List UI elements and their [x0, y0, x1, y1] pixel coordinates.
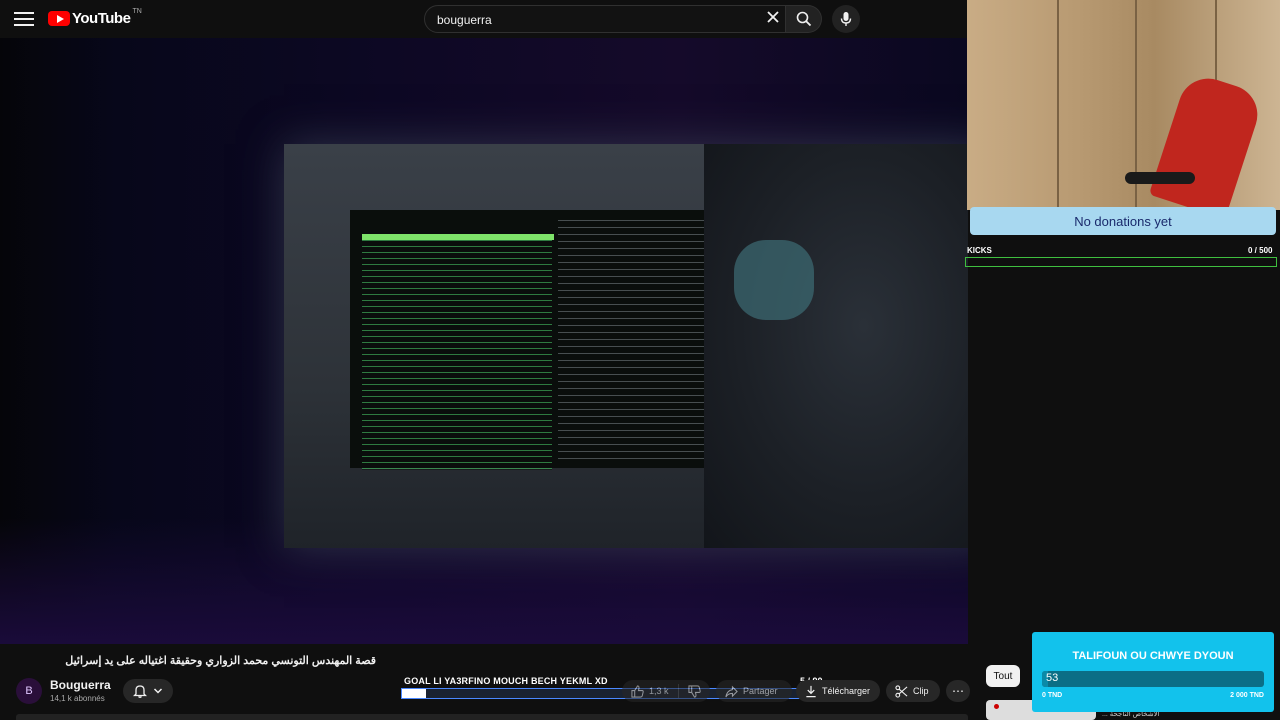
download-button[interactable]: Télécharger [796, 680, 880, 702]
video-title: قصة المهندس التونسي محمد الزواري وحقيقة … [65, 655, 376, 667]
terminal-white-text [558, 220, 718, 460]
bell-icon [133, 685, 147, 698]
voice-search-button[interactable] [832, 5, 860, 33]
filter-chip-all[interactable]: Tout [986, 665, 1020, 687]
search-icon [796, 11, 811, 27]
goal-title: GOAL LI YA3RFINO MOUCH BECH YEKML XD [404, 676, 608, 686]
top-bar: YouTube TN [0, 0, 968, 38]
goal-progress-fill [402, 689, 426, 698]
thumbs-down-icon[interactable] [687, 684, 701, 698]
description-box[interactable] [16, 714, 968, 720]
widget-min-label: 0 TND [1042, 692, 1063, 699]
like-button[interactable]: 1,3 k [622, 680, 710, 702]
widget-title: TALIFOUN OU CHWYE DYOUN [1072, 650, 1234, 662]
download-icon [806, 685, 816, 697]
donation-banner: No donations yet [970, 207, 1276, 235]
thumbs-up-icon [631, 684, 644, 698]
widget-value: 53 [1046, 672, 1059, 684]
notification-button[interactable] [123, 679, 173, 703]
video-scene [284, 144, 968, 548]
logo-region: TN [132, 8, 142, 15]
download-label: Télécharger [822, 686, 871, 696]
search-input[interactable] [435, 6, 759, 34]
chevron-down-icon [153, 688, 163, 694]
donation-goal-widget: TALIFOUN OU CHWYE DYOUN 53 0 TND 2 000 T… [1032, 632, 1274, 712]
widget-progress-bar: 53 [1042, 671, 1264, 687]
hooded-figure [704, 144, 968, 548]
kicks-count: 0 / 500 [1248, 246, 1273, 255]
channel-avatar[interactable]: B [16, 678, 42, 704]
logo-text: YouTube [72, 10, 131, 27]
channel-name[interactable]: Bouguerra [50, 678, 111, 692]
gaming-chair-base [1125, 172, 1195, 184]
close-icon[interactable] [766, 10, 780, 24]
terminal-green-text [362, 240, 552, 470]
share-button[interactable]: Partager [716, 680, 792, 702]
kicks-progress-bar [965, 257, 1277, 267]
more-icon: ⋯ [952, 684, 964, 698]
webcam-overlay [967, 0, 1280, 210]
clip-button[interactable]: Clip [886, 680, 940, 702]
clip-label: Clip [913, 686, 929, 696]
youtube-logo-icon [48, 11, 70, 26]
search-button[interactable] [786, 5, 822, 33]
like-divider [677, 684, 679, 698]
microphone-icon [840, 12, 852, 26]
hooded-face [734, 240, 814, 320]
kicks-label: KICKS [967, 246, 992, 255]
subscriber-count: 14,1 k abonnés [50, 694, 105, 703]
search-box [424, 5, 786, 34]
wardrobe-door-edge [1057, 0, 1059, 210]
computer-monitor [350, 210, 730, 470]
gaming-chair [1148, 70, 1266, 210]
menu-icon[interactable] [14, 9, 34, 29]
share-icon [725, 685, 738, 697]
youtube-logo-icon [994, 704, 999, 709]
more-actions-button[interactable]: ⋯ [946, 680, 970, 702]
scissors-icon [895, 684, 908, 698]
widget-max-label: 2 000 TND [1230, 692, 1264, 699]
video-player[interactable] [0, 38, 968, 644]
youtube-logo[interactable]: YouTube TN [48, 8, 142, 27]
like-count: 1,3 k [649, 686, 669, 696]
avatar-letter: B [25, 685, 33, 697]
share-label: Partager [743, 686, 778, 696]
